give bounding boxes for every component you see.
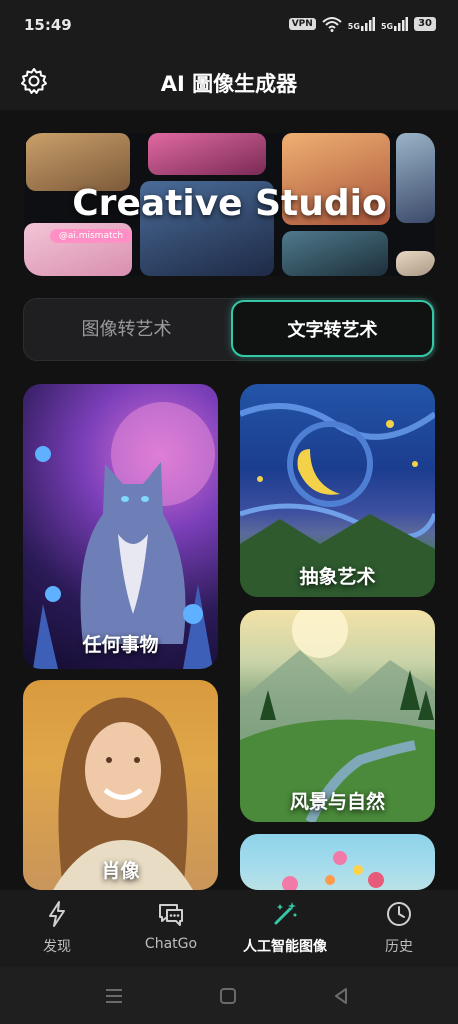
nav-item-history[interactable]: 历史 xyxy=(342,890,456,967)
system-nav-bar xyxy=(0,967,458,1024)
app-header: AI 圖像生成器 xyxy=(0,52,458,110)
card-label-abstract-art: 抽象艺术 xyxy=(299,566,376,588)
bottom-nav: 发现 ChatGo 人工智能图像 历史 xyxy=(0,890,458,967)
magic-wand-icon xyxy=(274,902,297,925)
back-icon[interactable] xyxy=(330,985,352,1007)
category-card-anything[interactable]: 任何事物 xyxy=(23,384,218,669)
home-icon[interactable] xyxy=(217,985,239,1007)
category-card-abstract-art[interactable]: 抽象艺术 xyxy=(240,384,435,597)
cell-signal-2: 5G xyxy=(381,17,409,31)
status-bar: 15:49 VPN 5G 5G 30 xyxy=(0,0,458,52)
tab-image-to-art[interactable]: 图像转艺术 xyxy=(24,299,229,360)
page-title: AI 圖像生成器 xyxy=(160,72,298,96)
chat-bubbles-icon xyxy=(159,904,183,926)
hero-handle: @ai.mismatch xyxy=(50,229,132,243)
nav-label-ai-image: 人工智能图像 xyxy=(243,939,327,955)
nav-item-chatgo[interactable]: ChatGo xyxy=(114,890,228,967)
menu-icon[interactable] xyxy=(103,985,125,1007)
status-time: 15:49 xyxy=(24,16,72,34)
nav-item-discover[interactable]: 发现 xyxy=(0,890,114,967)
nav-label-discover: 发现 xyxy=(43,939,71,955)
cell-signal-1: 5G xyxy=(348,17,375,31)
lightning-icon xyxy=(49,901,65,927)
card-label-landscape-nature: 风景与自然 xyxy=(289,791,385,813)
nav-label-history: 历史 xyxy=(385,939,413,955)
hero-title: Creative Studio xyxy=(72,183,387,224)
flowers-illustration xyxy=(282,851,384,890)
tab-text-to-art[interactable]: 文字转艺术 xyxy=(231,300,434,357)
status-icons: VPN 5G 5G 30 xyxy=(288,16,436,32)
nav-item-ai-image[interactable]: 人工智能图像 xyxy=(228,890,342,967)
category-card-landscape-nature[interactable]: 风景与自然 xyxy=(240,610,435,822)
hero-image xyxy=(396,251,435,276)
cat-illustration xyxy=(33,402,215,669)
category-card-portrait[interactable]: 肖像 xyxy=(23,680,218,890)
vpn-badge: VPN xyxy=(288,18,316,30)
signal-bars-icon xyxy=(360,17,375,31)
category-card-flowers[interactable] xyxy=(240,834,435,890)
clock-icon xyxy=(387,902,411,926)
card-label-anything: 任何事物 xyxy=(82,634,159,656)
mode-tabs: 图像转艺术 文字转艺术 xyxy=(23,298,435,361)
hero-image xyxy=(148,133,266,175)
wifi-icon xyxy=(322,17,342,32)
card-label-portrait: 肖像 xyxy=(101,860,140,882)
hero-image xyxy=(282,231,388,276)
nav-label-chatgo: ChatGo xyxy=(144,936,198,952)
battery-indicator: 30 xyxy=(414,17,436,31)
hero-banner[interactable]: @ai.mismatch Creative Studio xyxy=(24,133,435,276)
signal-bars-icon xyxy=(394,17,409,31)
